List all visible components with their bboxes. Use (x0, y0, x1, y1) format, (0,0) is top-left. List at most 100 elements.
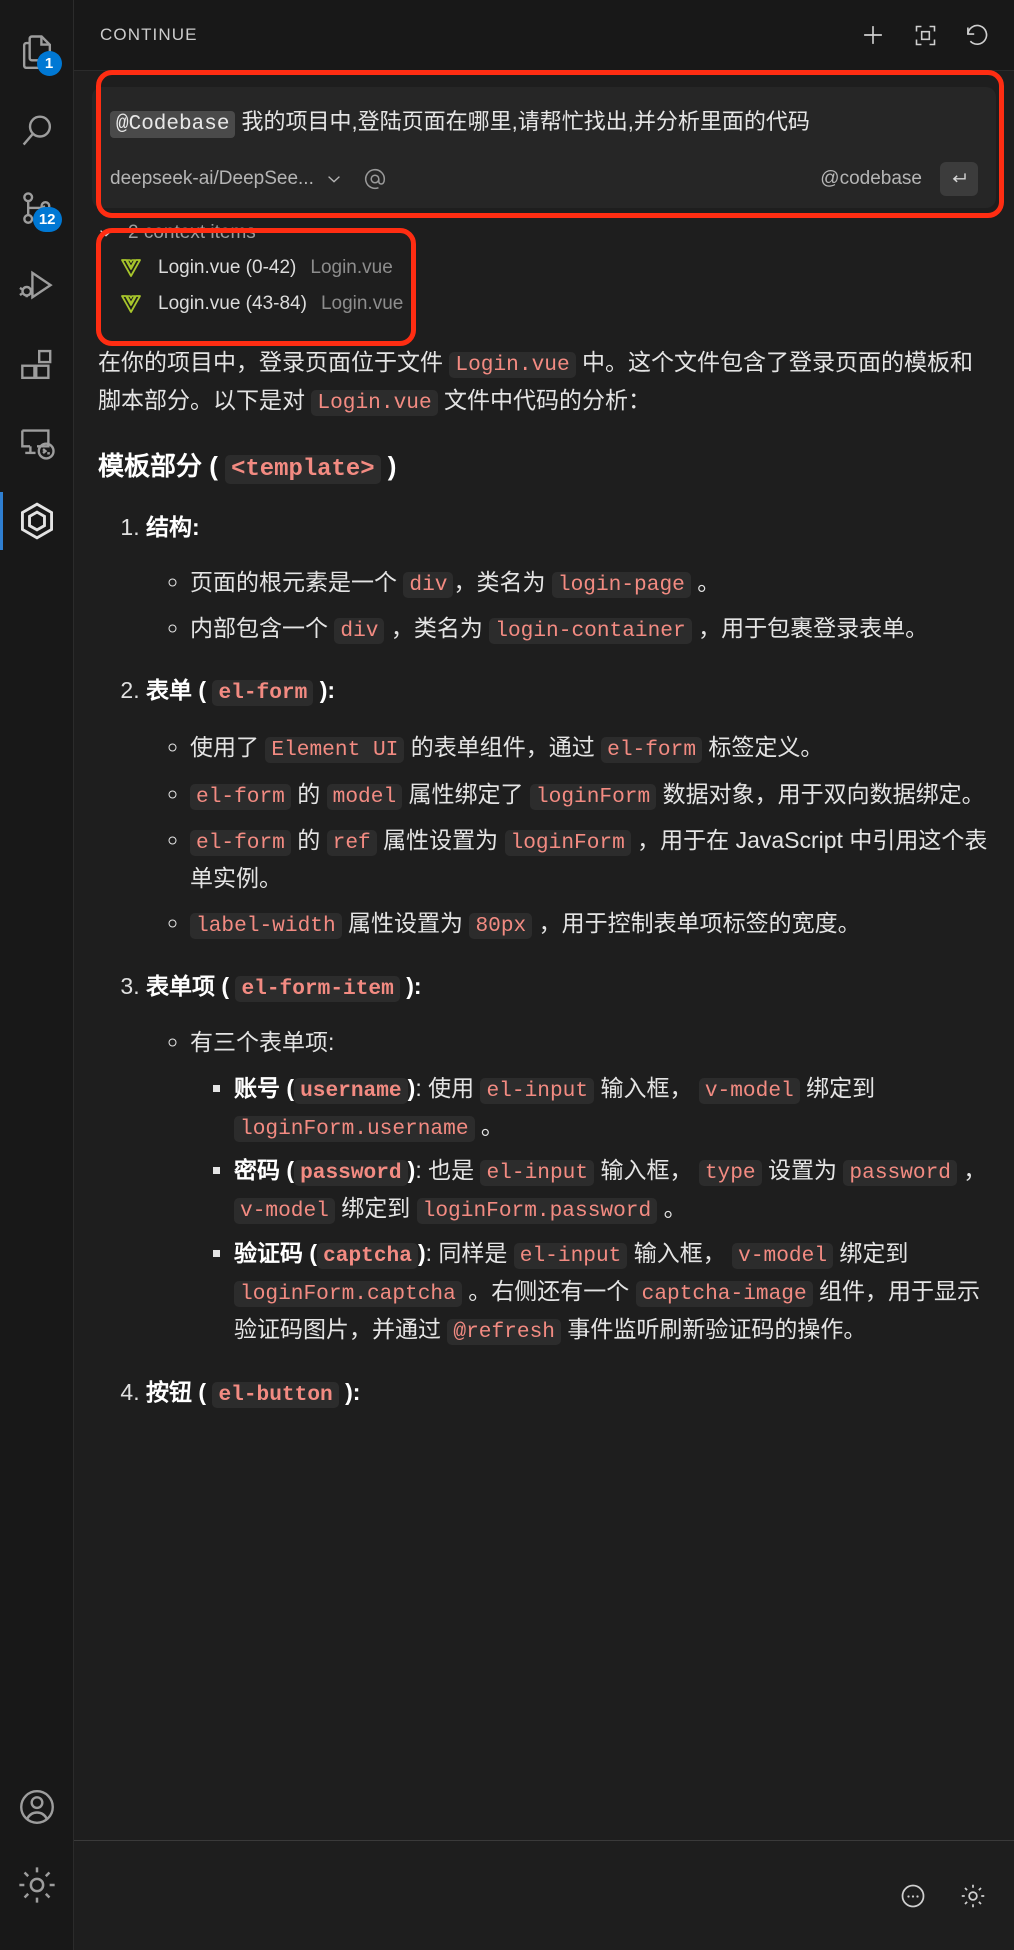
text-run: 输入框， (594, 1074, 699, 1101)
settings-button[interactable] (956, 1879, 990, 1913)
text-run: 按钮 ( (146, 1378, 213, 1405)
answer-list-item-title: 按钮 ( el-button ): (146, 1378, 361, 1408)
text-run: 属性绑定了 (402, 780, 530, 807)
text-run: : 同样是 (425, 1239, 514, 1266)
new-session-button[interactable] (858, 20, 888, 50)
bold-text: ) (417, 1239, 426, 1266)
answer-list-item-title: 表单 ( el-form ): (146, 677, 336, 707)
inline-code: username (294, 1077, 408, 1104)
expand-icon (915, 25, 935, 45)
text-run: ，类名为 (384, 615, 490, 642)
expand-panel-button[interactable] (910, 20, 940, 50)
more-options-button[interactable] (896, 1879, 930, 1913)
inline-code: loginForm (504, 829, 631, 856)
sidebar-item-manage[interactable] (0, 1846, 74, 1924)
answer-sublist-item: 有三个表单项: 账号 (username): 使用 el-input 输入框， v… (190, 1024, 990, 1349)
vue-icon (121, 294, 141, 313)
sidebar-item-run-debug[interactable] (0, 248, 74, 326)
text-run: ): (313, 677, 336, 704)
context-items-toggle[interactable]: 2 context items (96, 222, 996, 244)
context-item-row[interactable]: Login.vue (43-84) Login.vue (96, 286, 996, 322)
sidebar-item-continue[interactable] (0, 482, 74, 560)
answer-sublist-item: 页面的根元素是一个 div，类名为 login-page 。 (190, 564, 990, 602)
send-button[interactable] (940, 161, 978, 196)
message-composer[interactable]: @Codebase 我的项目中,登陆页面在哪里,请帮忙找出,并分析里面的代码 d… (92, 87, 996, 208)
context-items-block: 2 context items Login.vue (0-42) Login.v… (74, 208, 1014, 322)
inline-code: el-form (212, 680, 314, 707)
text-block: 使用了 Element UI 的表单组件，通过 el-form 标签定义。 (190, 734, 824, 764)
history-button[interactable] (962, 20, 992, 50)
inline-code: password (843, 1160, 957, 1187)
sidebar-item-search[interactable] (0, 92, 74, 170)
text-block: el-form 的 model 属性绑定了 loginForm 数据对象，用于双… (190, 780, 985, 810)
text-run: ， (957, 1157, 987, 1184)
text-run: 在你的项目中，登录页面位于文件 (98, 348, 450, 375)
sidebar-item-accounts[interactable] (0, 1768, 74, 1846)
inline-code: v-model (698, 1077, 800, 1104)
sidebar-item-remote-explorer[interactable] (0, 404, 74, 482)
text-run: 。 (657, 1195, 687, 1222)
text-run: 输入框， (594, 1157, 699, 1184)
answer-sub-sublist-item: 账号 (username): 使用 el-input 输入框， v-model … (234, 1070, 990, 1147)
inline-code: 80px (469, 913, 533, 940)
text-run: 表单项 ( (146, 972, 236, 999)
text-run: : 使用 (415, 1074, 481, 1101)
context-item-name: Login.vue (43-84) (158, 292, 307, 314)
answer-sub-sublist-item: 验证码 (captcha): 同样是 el-input 输入框， v-model… (234, 1235, 990, 1350)
bold-text: 密码 ( (234, 1157, 295, 1184)
answer-sublist: 页面的根元素是一个 div，类名为 login-page 。内部包含一个 div… (190, 564, 990, 649)
answer-sub-sublist-item: 密码 (password): 也是 el-input 输入框， type 设置为… (234, 1152, 990, 1229)
context-item-row[interactable]: Login.vue (0-42) Login.vue (96, 250, 996, 286)
text-run: 内部包含一个 (190, 615, 335, 642)
context-item-file: Login.vue (310, 256, 393, 278)
inline-code: captcha-image (635, 1280, 813, 1307)
gear-icon (961, 1884, 985, 1907)
conversation-scroll[interactable]: @Codebase 我的项目中,登陆页面在哪里,请帮忙找出,并分析里面的代码 d… (74, 71, 1014, 1950)
text-run: 表单 ( (146, 677, 213, 704)
text-run: ，类名为 (453, 568, 552, 595)
inline-code: <template> (225, 455, 381, 485)
inline-code: loginForm.password (416, 1198, 658, 1225)
history-icon (967, 24, 988, 45)
composer-text[interactable]: @Codebase 我的项目中,登陆页面在哪里,请帮忙找出,并分析里面的代码 (110, 105, 978, 142)
text-run: 标签定义。 (702, 734, 824, 761)
account-icon (19, 1790, 54, 1824)
source-control-badge: 12 (32, 207, 62, 232)
text-run: 模板部分 ( (98, 451, 226, 482)
text-run: ，用于包裹登录表单。 (691, 615, 929, 642)
codebase-hint-label: @codebase (820, 167, 922, 189)
text-run: : 也是 (415, 1157, 481, 1184)
text-run: ，用于控制表单项标签的宽度。 (532, 910, 861, 937)
codebase-mention-pill[interactable]: @Codebase (110, 111, 236, 138)
inline-code: type (698, 1160, 762, 1187)
answer-list-item: 按钮 ( el-button ): (146, 1374, 990, 1413)
sidebar-item-explorer[interactable]: 1 (0, 14, 74, 92)
text-run: 的 (290, 826, 327, 853)
text-run: ): (338, 1378, 361, 1405)
answer-sublist-item: label-width 属性设置为 80px ，用于控制表单项标签的宽度。 (190, 905, 990, 943)
model-name: deepseek-ai/DeepSee... (110, 167, 314, 189)
text-run: 设置为 (761, 1157, 844, 1184)
gear-icon (18, 1867, 55, 1903)
chevron-down-icon (100, 229, 112, 237)
text-run: 有三个表单项: (190, 1029, 335, 1056)
inline-code: el-input (513, 1242, 628, 1269)
text-block: 有三个表单项: (190, 1029, 334, 1055)
answer-sublist-item: el-form 的 ref 属性设置为 loginForm ，用于在 JavaS… (190, 822, 990, 898)
composer-prompt-text: 我的项目中,登陆页面在哪里,请帮忙找出,并分析里面的代码 (241, 109, 810, 134)
composer-footer: deepseek-ai/DeepSee... @codebase (110, 161, 978, 196)
search-icon (22, 115, 51, 146)
inline-code: v-model (234, 1198, 335, 1225)
sidebar-item-extensions[interactable] (0, 326, 74, 404)
add-context-button[interactable] (362, 166, 388, 192)
model-selector[interactable]: deepseek-ai/DeepSee... (110, 168, 344, 190)
sidebar-item-source-control[interactable]: 12 (0, 170, 74, 248)
vue-icon (121, 258, 141, 277)
text-run: 绑定到 (833, 1239, 909, 1266)
page-title: CONTINUE (100, 25, 198, 44)
text-run: 输入框， (627, 1239, 733, 1266)
extensions-icon (20, 349, 51, 380)
inline-code: login-container (489, 618, 692, 645)
text-run: 数据对象，用于双向数据绑定。 (656, 780, 985, 807)
inline-code: login-page (551, 571, 691, 598)
